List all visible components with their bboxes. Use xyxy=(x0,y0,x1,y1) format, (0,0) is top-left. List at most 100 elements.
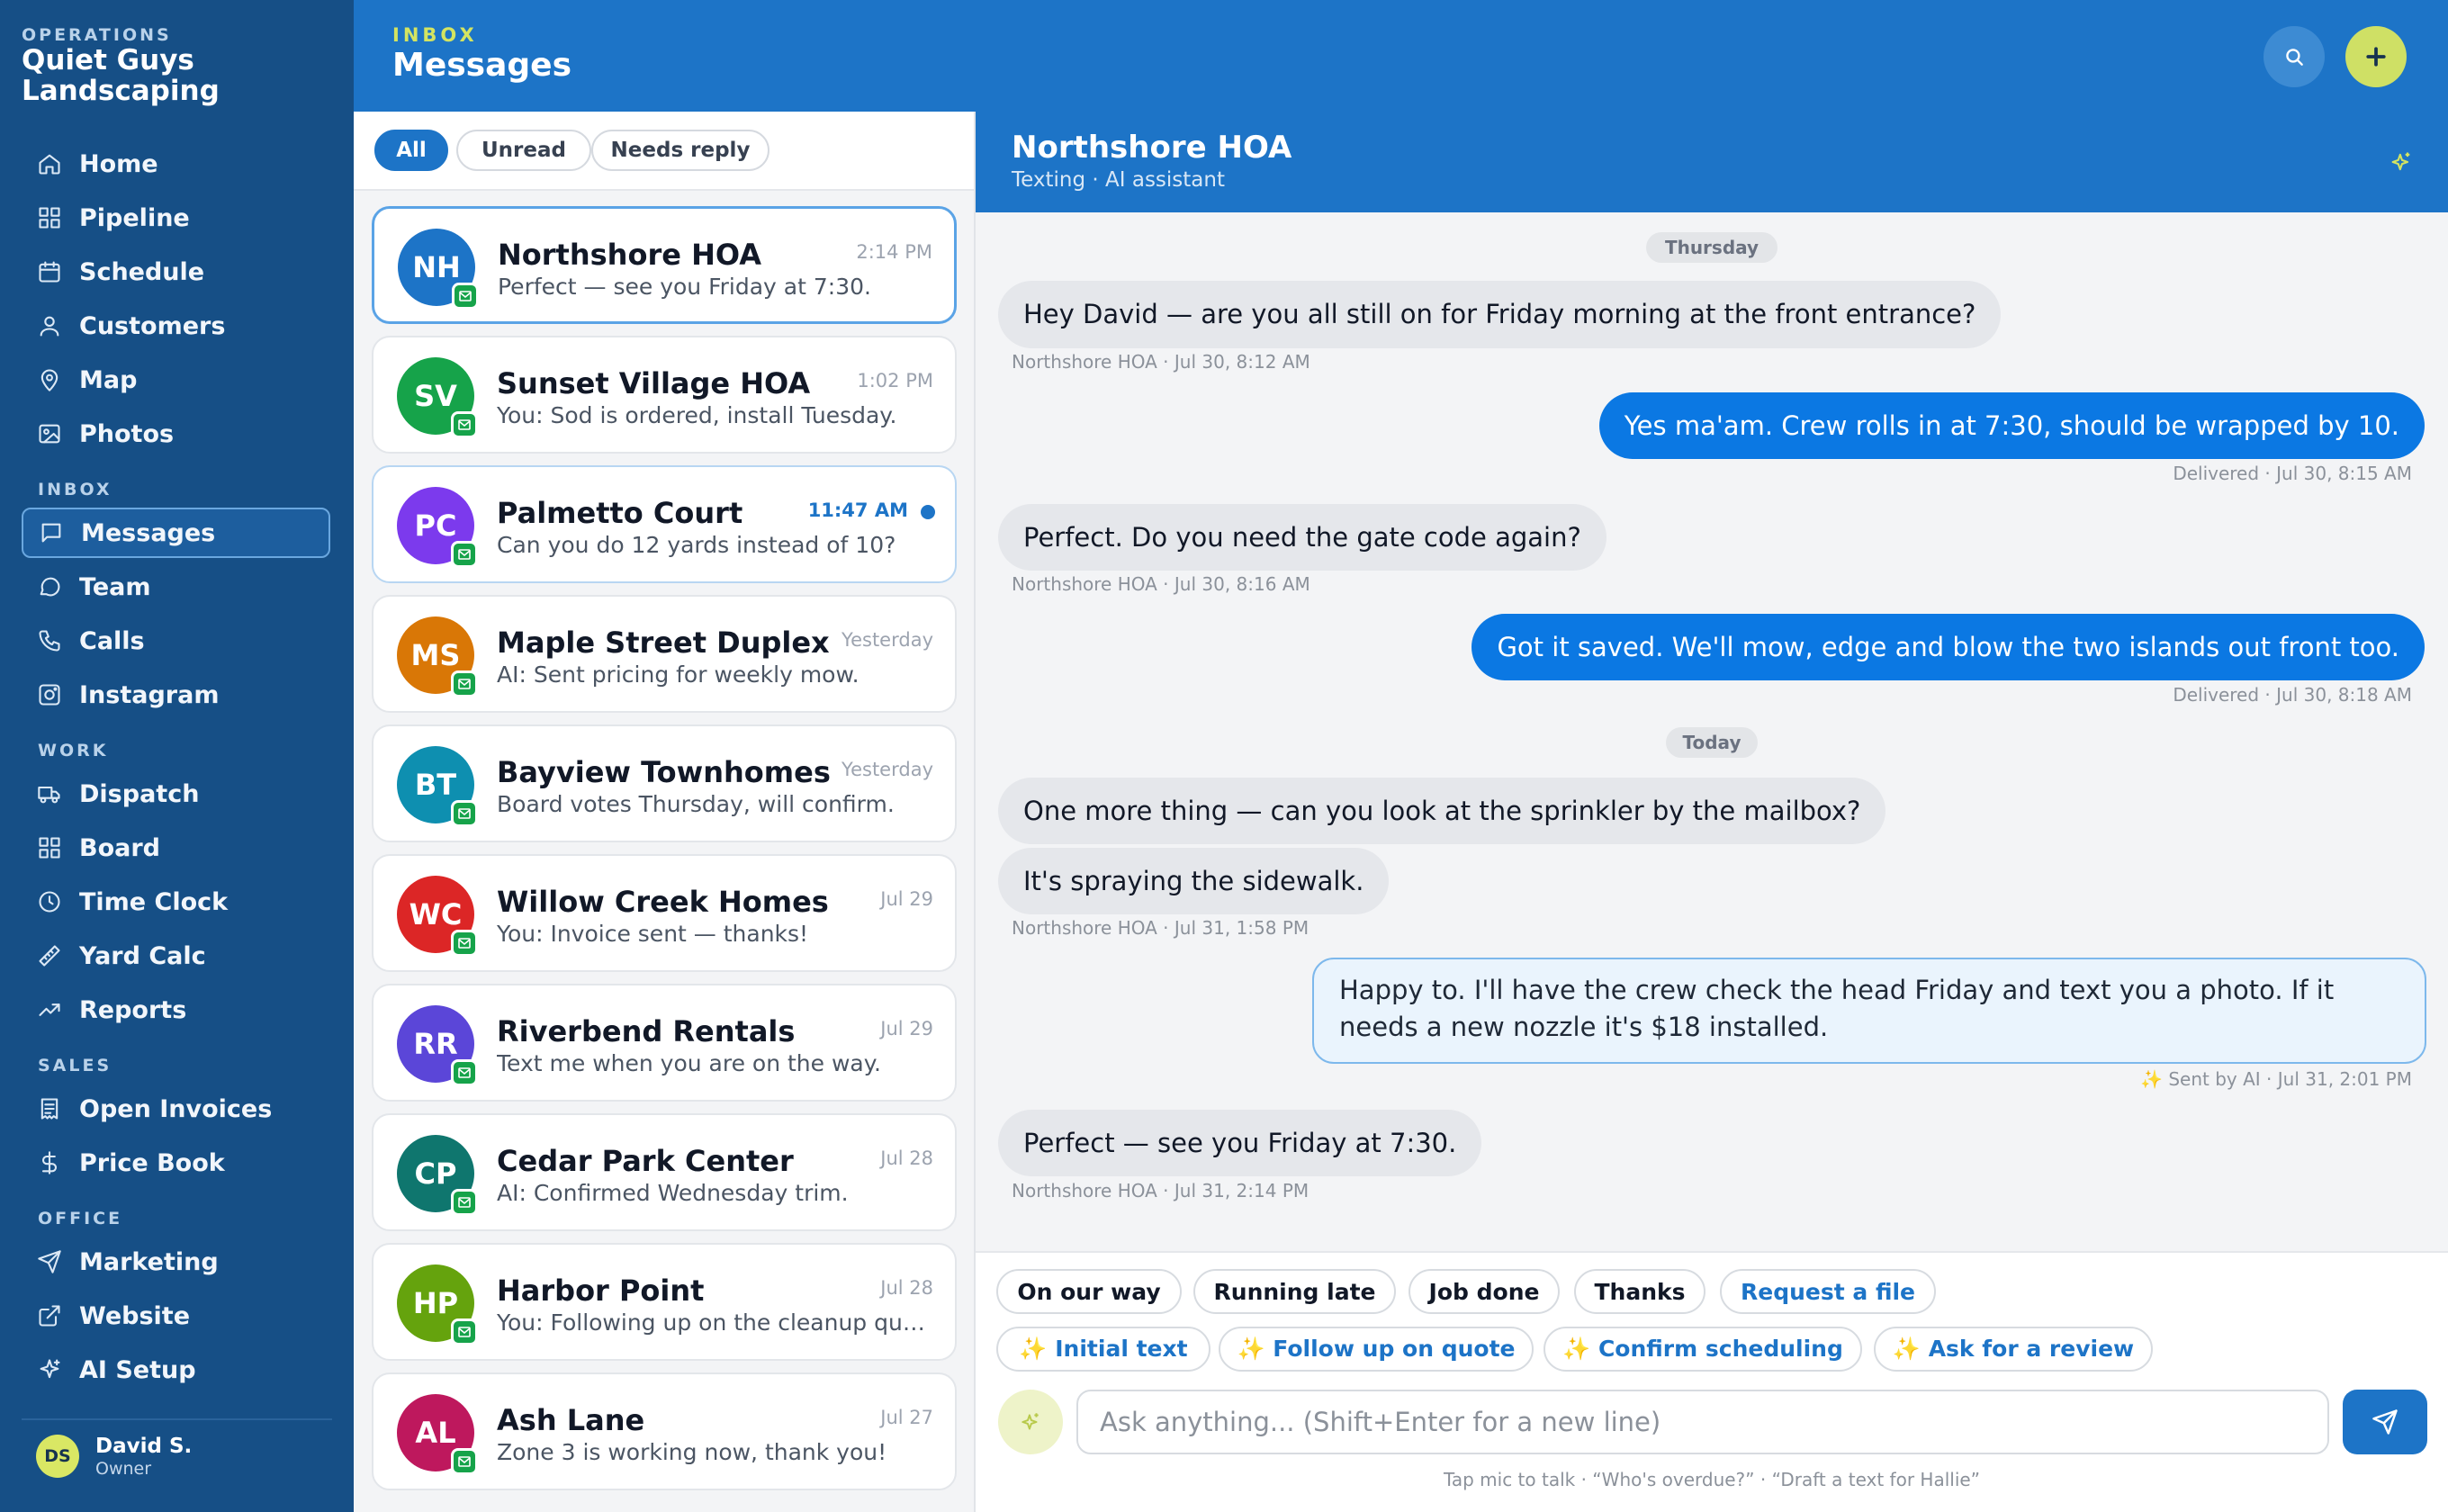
day-divider: Today xyxy=(1666,727,1758,758)
sidebar-item-pipeline[interactable]: Pipeline xyxy=(22,193,330,243)
message-bubble-outgoing: Got it saved. We'll mow, edge and blow t… xyxy=(1472,614,2425,680)
ai-action-initial-text[interactable]: ✨ Initial text xyxy=(996,1327,1210,1372)
conversation-item[interactable]: NH Northshore HOA Perfect — see you Friday… xyxy=(372,206,957,324)
sidebar-item-label: Customers xyxy=(79,311,226,340)
filter-all[interactable]: All xyxy=(374,130,448,171)
conversation-name: Maple Street Duplex xyxy=(497,626,830,660)
composer-hint: Tap mic to talk · “Who's overdue?” · “Dr… xyxy=(1443,1469,1981,1490)
conversation-item[interactable]: CP Cedar Park Center AI: Confirmed Wednesd… xyxy=(372,1113,957,1231)
mic-button[interactable] xyxy=(998,1390,1063,1454)
clock-icon xyxy=(36,888,63,915)
conversation-preview: Text me when you are on the way. xyxy=(497,1050,881,1076)
sms-badge-icon xyxy=(451,800,478,827)
conversation-time: Jul 28 xyxy=(880,1277,933,1299)
conversation-item[interactable]: SV Sunset Village HOA You: Sod is ordered,… xyxy=(372,336,957,454)
sidebar-divider xyxy=(22,1418,332,1420)
top-bar: INBOX Messages xyxy=(354,0,2448,112)
ai-sparkle-button[interactable] xyxy=(2389,149,2416,176)
conversation-time: Jul 28 xyxy=(880,1148,933,1169)
nav-section-work: WORK xyxy=(38,741,109,760)
message-bubble-ai: Happy to. I'll have the crew check the h… xyxy=(1312,958,2426,1064)
send-icon xyxy=(2372,1408,2398,1436)
ask-input[interactable] xyxy=(1076,1390,2329,1454)
grid-icon xyxy=(36,204,63,231)
conversation-time: Yesterday xyxy=(842,759,933,780)
new-button[interactable] xyxy=(2345,26,2407,87)
ruler-icon xyxy=(36,942,63,969)
conversation-time: Jul 29 xyxy=(880,1018,933,1040)
sidebar-item-team[interactable]: Team xyxy=(22,562,330,612)
user-role: Owner xyxy=(95,1459,152,1479)
sidebar-item-photos[interactable]: Photos xyxy=(22,409,330,459)
conversation-item[interactable]: BT Bayview Townhomes Board votes Thursday,… xyxy=(372,724,957,842)
sidebar-item-label: Team xyxy=(79,572,151,601)
conversation-time: Jul 29 xyxy=(880,888,933,910)
sidebar-item-customers[interactable]: Customers xyxy=(22,301,330,351)
quick-reply-job-done[interactable]: Job done xyxy=(1408,1269,1560,1314)
sidebar-item-schedule[interactable]: Schedule xyxy=(22,247,330,297)
dollar-icon xyxy=(36,1149,63,1176)
message-bubble-outgoing: Yes ma'am. Crew rolls in at 7:30, should… xyxy=(1598,392,2425,459)
sidebar-item-label: Messages xyxy=(81,518,216,547)
conversation-item[interactable]: HP Harbor Point You: Following up on the c… xyxy=(372,1243,957,1361)
message-bubble-incoming: One more thing — can you look at the spr… xyxy=(998,778,1886,844)
sms-badge-icon xyxy=(451,670,478,698)
sidebar-item-open-invoices[interactable]: Open Invoices xyxy=(22,1084,330,1134)
sidebar-item-label: Instagram xyxy=(79,680,220,709)
sidebar-item-time-clock[interactable]: Time Clock xyxy=(22,877,330,927)
search-button[interactable] xyxy=(2264,26,2325,87)
sidebar-item-board[interactable]: Board xyxy=(22,823,330,873)
sidebar-item-instagram[interactable]: Instagram xyxy=(22,670,330,720)
ai-action-confirm-scheduling[interactable]: ✨ Confirm scheduling xyxy=(1544,1327,1862,1372)
conversation-item[interactable]: RR Riverbend Rentals Text me when you are … xyxy=(372,984,957,1102)
filter-unread[interactable]: Unread xyxy=(456,130,591,171)
phone-icon xyxy=(36,627,63,654)
conversation-item[interactable]: MS Maple Street Duplex AI: Sent pricing fo… xyxy=(372,595,957,713)
conversation-name: Willow Creek Homes xyxy=(497,885,829,919)
sidebar-item-website[interactable]: Website xyxy=(22,1291,330,1341)
sidebar-item-marketing[interactable]: Marketing xyxy=(22,1237,330,1287)
brand-kicker: OPERATIONS xyxy=(22,25,172,45)
ai-action-follow-up-quote[interactable]: ✨ Follow up on quote xyxy=(1219,1327,1534,1372)
nav-section-sales: SALES xyxy=(38,1056,112,1076)
sms-badge-icon xyxy=(451,411,478,438)
conversation-name: Cedar Park Center xyxy=(497,1144,794,1178)
sidebar-item-messages[interactable]: Messages xyxy=(22,508,330,558)
quick-reply-thanks[interactable]: Thanks xyxy=(1574,1269,1706,1314)
sms-badge-icon xyxy=(452,283,479,310)
sidebar-item-label: Home xyxy=(79,149,158,178)
conversation-name: Northshore HOA xyxy=(498,238,761,272)
sidebar-item-yard-calc[interactable]: Yard Calc xyxy=(22,931,330,981)
conversation-time: 11:47 AM xyxy=(807,500,908,521)
conversation-item[interactable]: PC Palmetto Court Can you do 12 yards inst… xyxy=(372,465,957,583)
sidebar-item-home[interactable]: Home xyxy=(22,139,330,189)
conversation-item[interactable]: WC Willow Creek Homes You: Invoice sent — … xyxy=(372,854,957,972)
sidebar-item-calls[interactable]: Calls xyxy=(22,616,330,666)
avatar[interactable]: DS xyxy=(36,1435,79,1478)
request-file-button[interactable]: Request a file xyxy=(1720,1269,1936,1314)
sidebar-item-map[interactable]: Map xyxy=(22,355,330,405)
sidebar-item-reports[interactable]: Reports xyxy=(22,985,330,1035)
message-meta-ai: ✨ Sent by AI · Jul 31, 2:01 PM xyxy=(2140,1068,2412,1090)
sidebar-item-ai-setup[interactable]: AI Setup xyxy=(22,1345,330,1395)
ai-action-ask-review[interactable]: ✨ Ask for a review xyxy=(1874,1327,2153,1372)
quick-reply-running-late[interactable]: Running late xyxy=(1193,1269,1396,1314)
sidebar-item-price-book[interactable]: Price Book xyxy=(22,1138,330,1188)
conversation-preview: AI: Confirmed Wednesday trim. xyxy=(497,1180,849,1206)
conversation-name: Bayview Townhomes xyxy=(497,755,831,789)
quick-reply-on-our-way[interactable]: On our way xyxy=(996,1269,1182,1314)
sidebar-item-label: Time Clock xyxy=(79,887,229,916)
sidebar-item-dispatch[interactable]: Dispatch xyxy=(22,769,330,819)
message-meta: Northshore HOA · Jul 30, 8:16 AM xyxy=(1012,573,1310,595)
user-icon xyxy=(36,312,63,339)
conversation-preview: You: Sod is ordered, install Tuesday. xyxy=(497,402,897,428)
image-icon xyxy=(36,420,63,447)
filter-needs-reply[interactable]: Needs reply xyxy=(591,130,770,171)
sms-badge-icon xyxy=(451,1448,478,1475)
conversation-name: Palmetto Court xyxy=(497,496,743,530)
conversation-item[interactable]: AL Ash Lane Zone 3 is working now, thank y… xyxy=(372,1372,957,1490)
send-button[interactable] xyxy=(2343,1390,2427,1454)
message-square-icon xyxy=(38,519,65,546)
board-icon xyxy=(36,834,63,861)
conversation-preview: Zone 3 is working now, thank you! xyxy=(497,1439,887,1465)
